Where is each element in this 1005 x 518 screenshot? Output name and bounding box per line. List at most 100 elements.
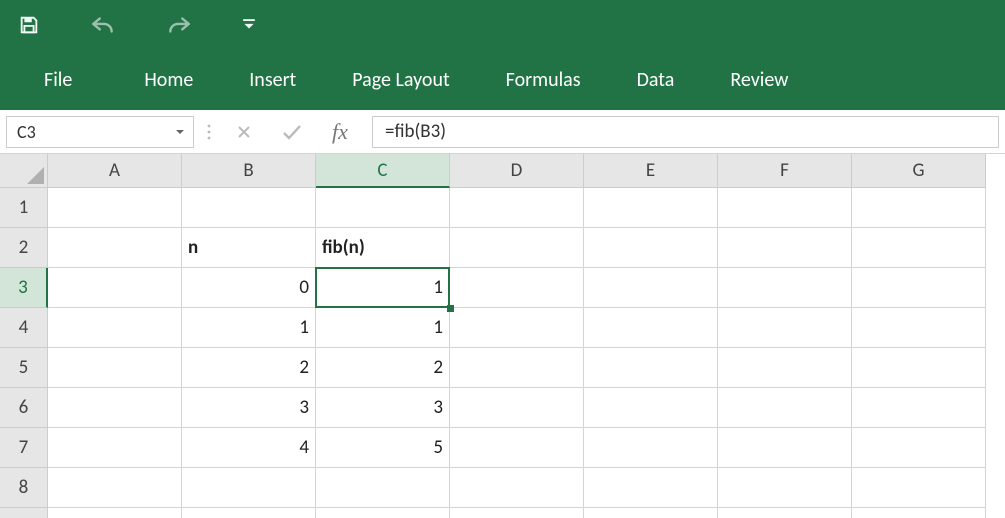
cell-F9[interactable] bbox=[718, 508, 852, 518]
column-header[interactable]: B bbox=[182, 154, 316, 188]
cell-E7[interactable] bbox=[584, 428, 718, 468]
cell-B4[interactable]: 1 bbox=[182, 308, 316, 348]
fx-icon[interactable]: fx bbox=[320, 119, 360, 145]
cell-G4[interactable] bbox=[852, 308, 986, 348]
tab-file[interactable]: File bbox=[0, 50, 116, 110]
cell-E8[interactable] bbox=[584, 468, 718, 508]
quick-access-toolbar bbox=[0, 0, 1005, 50]
customize-qat-icon[interactable] bbox=[242, 18, 256, 32]
cell-B5[interactable]: 2 bbox=[182, 348, 316, 388]
row-header[interactable]: 8 bbox=[0, 468, 48, 508]
tab-home[interactable]: Home bbox=[116, 50, 221, 110]
cell-B7[interactable]: 4 bbox=[182, 428, 316, 468]
cell-C5[interactable]: 2 bbox=[316, 348, 450, 388]
row-header[interactable]: 3 bbox=[0, 268, 48, 308]
select-all-corner[interactable] bbox=[0, 154, 48, 188]
column-header[interactable]: F bbox=[718, 154, 852, 188]
column-header[interactable]: C bbox=[316, 154, 450, 188]
cell-F4[interactable] bbox=[718, 308, 852, 348]
cell-A4[interactable] bbox=[48, 308, 182, 348]
table-row bbox=[48, 508, 986, 518]
cell-B3[interactable]: 0 bbox=[182, 268, 316, 308]
cell-D4[interactable] bbox=[450, 308, 584, 348]
row-header[interactable]: 4 bbox=[0, 308, 48, 348]
formula-input[interactable] bbox=[372, 116, 999, 148]
cell-B8[interactable] bbox=[182, 468, 316, 508]
cell-D9[interactable] bbox=[450, 508, 584, 518]
row-header[interactable]: 9 bbox=[0, 508, 48, 518]
cell-E4[interactable] bbox=[584, 308, 718, 348]
cell-C3[interactable]: 1 bbox=[316, 268, 450, 308]
cell-F6[interactable] bbox=[718, 388, 852, 428]
name-box-dropdown-icon[interactable] bbox=[167, 126, 193, 138]
column-header[interactable]: A bbox=[48, 154, 182, 188]
cell-E2[interactable] bbox=[584, 228, 718, 268]
save-icon[interactable] bbox=[18, 14, 40, 36]
enter-formula-icon[interactable] bbox=[272, 116, 312, 148]
cell-B2[interactable]: n bbox=[182, 228, 316, 268]
tab-review[interactable]: Review bbox=[702, 50, 816, 110]
cell-G6[interactable] bbox=[852, 388, 986, 428]
cell-D2[interactable] bbox=[450, 228, 584, 268]
cell-E9[interactable] bbox=[584, 508, 718, 518]
name-box[interactable] bbox=[7, 117, 167, 147]
column-header[interactable]: E bbox=[584, 154, 718, 188]
tab-label: Formulas bbox=[506, 68, 581, 92]
cell-C1[interactable] bbox=[316, 188, 450, 228]
cell-C7[interactable]: 5 bbox=[316, 428, 450, 468]
cell-F8[interactable] bbox=[718, 468, 852, 508]
cell-A6[interactable] bbox=[48, 388, 182, 428]
cell-F1[interactable] bbox=[718, 188, 852, 228]
cell-D6[interactable] bbox=[450, 388, 584, 428]
cell-A5[interactable] bbox=[48, 348, 182, 388]
cell-F7[interactable] bbox=[718, 428, 852, 468]
cell-G7[interactable] bbox=[852, 428, 986, 468]
cell-G2[interactable] bbox=[852, 228, 986, 268]
row-header[interactable]: 5 bbox=[0, 348, 48, 388]
cell-F3[interactable] bbox=[718, 268, 852, 308]
cell-G8[interactable] bbox=[852, 468, 986, 508]
tab-insert[interactable]: Insert bbox=[221, 50, 324, 110]
cell-D3[interactable] bbox=[450, 268, 584, 308]
cell-G3[interactable] bbox=[852, 268, 986, 308]
cell-A8[interactable] bbox=[48, 468, 182, 508]
cell-A2[interactable] bbox=[48, 228, 182, 268]
column-header[interactable]: G bbox=[852, 154, 986, 188]
cell-G9[interactable] bbox=[852, 508, 986, 518]
cell-C2[interactable]: fib(n) bbox=[316, 228, 450, 268]
row-header[interactable]: 7 bbox=[0, 428, 48, 468]
cell-G1[interactable] bbox=[852, 188, 986, 228]
cell-E3[interactable] bbox=[584, 268, 718, 308]
cell-D7[interactable] bbox=[450, 428, 584, 468]
cell-C4[interactable]: 1 bbox=[316, 308, 450, 348]
cell-E5[interactable] bbox=[584, 348, 718, 388]
column-header[interactable]: D bbox=[450, 154, 584, 188]
cell-B1[interactable] bbox=[182, 188, 316, 228]
cell-B6[interactable]: 3 bbox=[182, 388, 316, 428]
cell-F5[interactable] bbox=[718, 348, 852, 388]
row-header[interactable]: 1 bbox=[0, 188, 48, 228]
cell-C8[interactable] bbox=[316, 468, 450, 508]
cell-F2[interactable] bbox=[718, 228, 852, 268]
tab-data[interactable]: Data bbox=[609, 50, 703, 110]
cell-A3[interactable] bbox=[48, 268, 182, 308]
tab-page-layout[interactable]: Page Layout bbox=[324, 50, 477, 110]
row-header[interactable]: 6 bbox=[0, 388, 48, 428]
cell-E1[interactable] bbox=[584, 188, 718, 228]
cell-C9[interactable] bbox=[316, 508, 450, 518]
cell-G5[interactable] bbox=[852, 348, 986, 388]
cell-C6[interactable]: 3 bbox=[316, 388, 450, 428]
cell-A1[interactable] bbox=[48, 188, 182, 228]
redo-icon[interactable] bbox=[166, 14, 192, 36]
cancel-formula-icon[interactable] bbox=[224, 116, 264, 148]
cell-E6[interactable] bbox=[584, 388, 718, 428]
cell-A7[interactable] bbox=[48, 428, 182, 468]
tab-formulas[interactable]: Formulas bbox=[478, 50, 609, 110]
cell-B9[interactable] bbox=[182, 508, 316, 518]
cell-D5[interactable] bbox=[450, 348, 584, 388]
cell-D1[interactable] bbox=[450, 188, 584, 228]
cell-D8[interactable] bbox=[450, 468, 584, 508]
row-header[interactable]: 2 bbox=[0, 228, 48, 268]
cell-A9[interactable] bbox=[48, 508, 182, 518]
undo-icon[interactable] bbox=[90, 14, 116, 36]
